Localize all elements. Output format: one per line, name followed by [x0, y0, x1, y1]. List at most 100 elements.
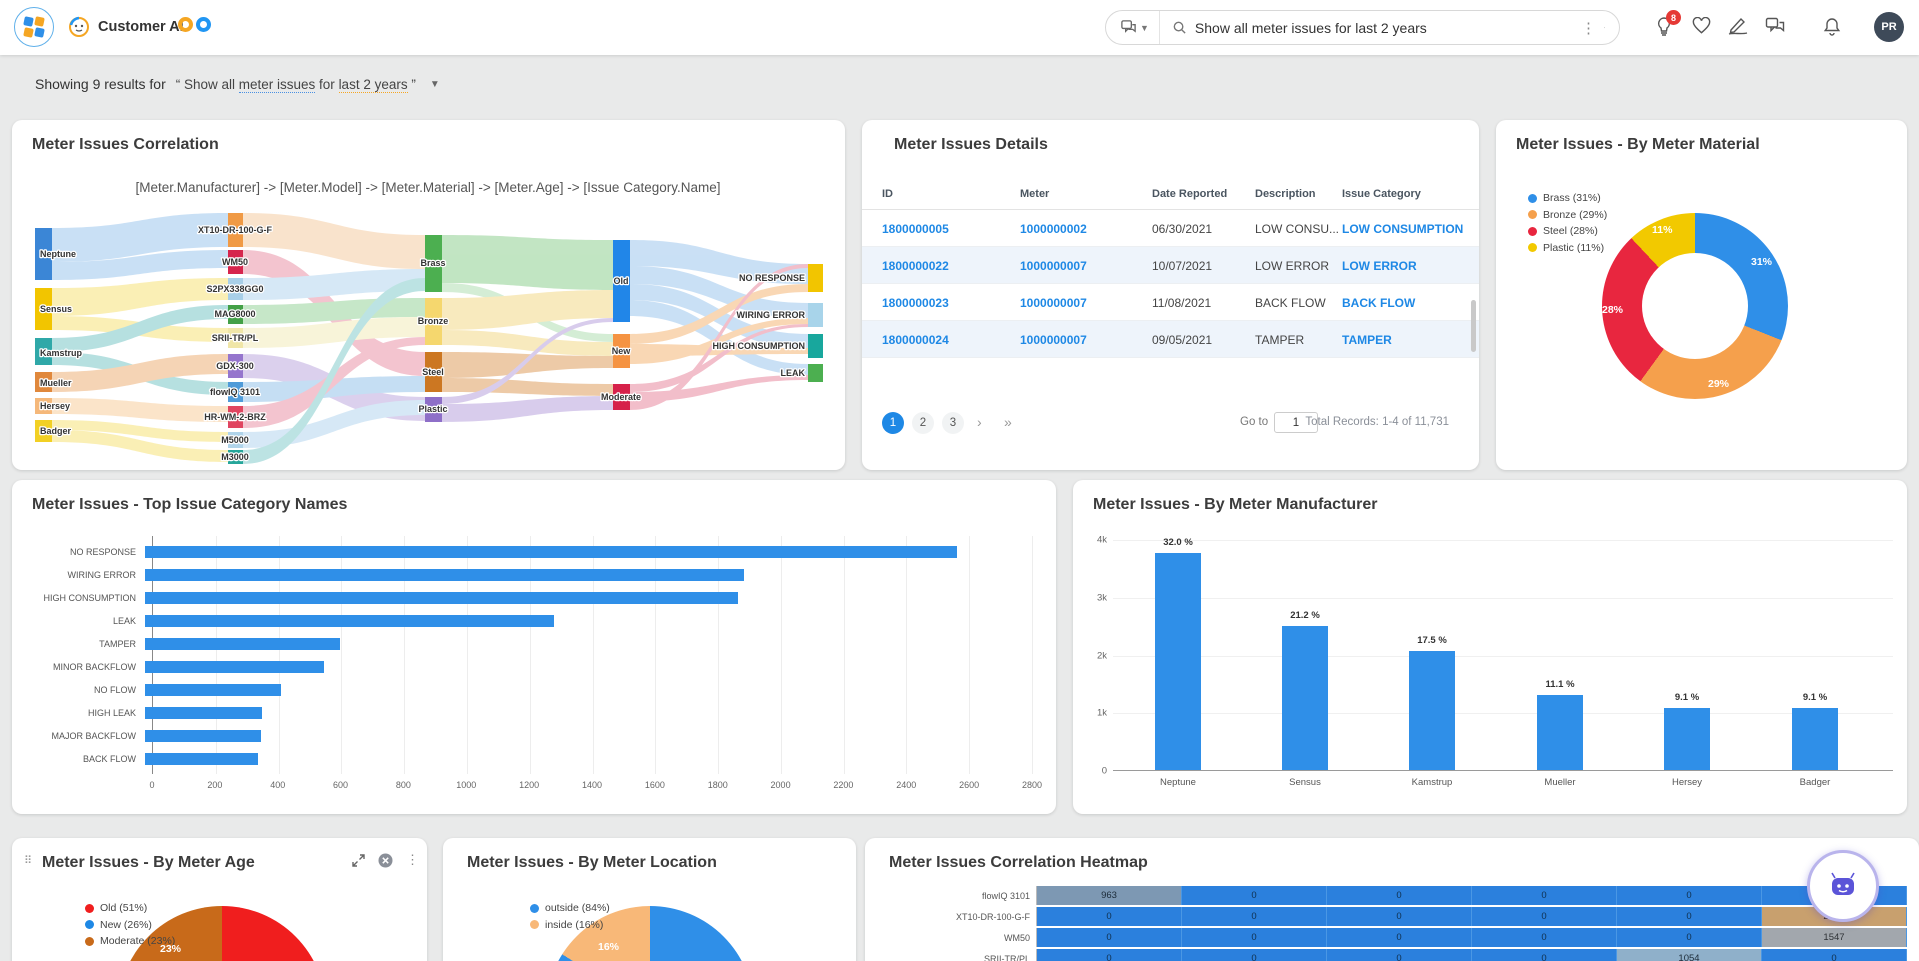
card-meter-issues-correlation: Meter Issues Correlation [Meter.Manufact… — [12, 120, 845, 470]
category-link[interactable]: TAMPER — [1342, 333, 1392, 347]
location-legend: outside (84%) inside (16%) — [530, 902, 610, 931]
category-link[interactable]: BACK FLOW — [1342, 296, 1415, 310]
heatmap-cell[interactable]: 0 — [1617, 886, 1762, 905]
hbar-label: BACK FLOW — [32, 754, 144, 764]
entity-meter-issues[interactable]: meter issues — [239, 77, 316, 93]
kebab-icon[interactable]: ⋮ — [406, 852, 419, 868]
legend-item[interactable]: Brass (31%) — [1528, 192, 1607, 204]
donut-chart[interactable] — [1602, 213, 1788, 399]
col-header-category[interactable]: Issue Category — [1342, 188, 1421, 200]
entity-timerange[interactable]: last 2 years — [339, 77, 408, 93]
x-tick: 1600 — [645, 780, 665, 790]
heatmap-cell[interactable]: 0 — [1182, 928, 1327, 947]
heatmap-cell[interactable]: 0 — [1617, 907, 1762, 926]
expand-icon[interactable] — [352, 854, 365, 867]
svg-text:SRII-TR/PL: SRII-TR/PL — [212, 333, 259, 343]
heatmap-cell[interactable]: 0 — [1182, 886, 1327, 905]
heatmap-cell[interactable]: 0 — [1327, 949, 1472, 961]
hbar-xaxis: 0200400600800100012001400160018002000220… — [152, 780, 1032, 794]
category-link[interactable]: LOW ERROR — [1342, 259, 1417, 273]
search-input[interactable] — [1187, 20, 1573, 36]
drag-handle-icon[interactable]: ⠿ — [24, 854, 31, 867]
heatmap-cell[interactable]: 0 — [1327, 886, 1472, 905]
robot-icon — [1823, 866, 1863, 906]
card-title: Meter Issues - By Meter Material — [1516, 136, 1760, 154]
heatmap-cell[interactable]: 0 — [1327, 907, 1472, 926]
annotate-button[interactable] — [1728, 17, 1748, 35]
legend-item[interactable]: Plastic (11%) — [1528, 242, 1607, 254]
alerts-button[interactable] — [1823, 17, 1841, 36]
heatmap-cell[interactable]: 0 — [1327, 928, 1472, 947]
heatmap-grid[interactable]: flowIQ 3101 963 0 0 0 0 0 XT10-DR-100-G-… — [885, 886, 1899, 961]
col-header-description[interactable]: Description — [1255, 188, 1316, 200]
table-row: 1800000024 1000000007 09/05/2021 TAMPER … — [862, 321, 1479, 358]
heatmap-cell[interactable]: 0 — [1472, 949, 1617, 961]
heatmap-cell[interactable]: 1547 — [1762, 928, 1907, 947]
page-button-3[interactable]: 3 — [942, 412, 964, 434]
heatmap-cell[interactable]: 0 — [1472, 928, 1617, 947]
hbar-label: HIGH CONSUMPTION — [32, 593, 144, 603]
legend-item[interactable]: Steel (28%) — [1528, 225, 1607, 237]
id-link[interactable]: 1800000023 — [882, 296, 949, 310]
heatmap-cell[interactable]: 0 — [1037, 949, 1182, 961]
legend-item[interactable]: outside (84%) — [530, 902, 610, 914]
hbar-chart[interactable]: NO RESPONSE WIRING ERROR HIGH CONSUMPTIO… — [32, 536, 1032, 774]
heatmap-cell[interactable]: 0 — [1472, 907, 1617, 926]
favorites-button[interactable] — [1692, 17, 1711, 35]
col-header-meter[interactable]: Meter — [1020, 188, 1049, 200]
heatmap-cell[interactable]: 0 — [1037, 928, 1182, 947]
legend-item[interactable]: inside (16%) — [530, 919, 610, 931]
next-page-icon[interactable]: › — [977, 414, 982, 430]
conversations-button[interactable] — [1765, 17, 1785, 35]
legend-item[interactable]: Bronze (29%) — [1528, 209, 1607, 221]
vbar-chart[interactable]: 32.0 % 21.2 % 17.5 % 11.1 % 9.1 % 9.1 % — [1113, 540, 1893, 771]
legend-item[interactable]: Old (51%) — [85, 902, 175, 914]
avatar[interactable]: PR — [1874, 12, 1904, 42]
ideas-button[interactable]: 8 — [1655, 17, 1673, 36]
col-header-date[interactable]: Date Reported — [1152, 188, 1227, 200]
heatmap-cell[interactable]: 0 — [1182, 907, 1327, 926]
meter-link[interactable]: 1000000007 — [1020, 259, 1087, 273]
search-bar[interactable]: ▼ ⋮ — [1105, 10, 1620, 45]
search-mode-dropdown[interactable]: ▼ — [1106, 11, 1160, 44]
sankey-subtitle: [Meter.Manufacturer] -> [Meter.Model] ->… — [136, 180, 721, 195]
meter-link[interactable]: 1000000007 — [1020, 333, 1087, 347]
svg-text:M3000: M3000 — [221, 452, 249, 462]
app-launcher-button[interactable] — [14, 7, 54, 47]
page-button-1[interactable]: 1 — [882, 412, 904, 434]
meter-link[interactable]: 1000000007 — [1020, 296, 1087, 310]
legend-item[interactable]: New (26%) — [85, 919, 175, 931]
heatmap-cell[interactable]: 0 — [1472, 886, 1617, 905]
category-link[interactable]: LOW CONSUMPTION — [1342, 222, 1463, 236]
hbar-fill — [145, 730, 261, 742]
heatmap-cell[interactable]: 0 — [1617, 928, 1762, 947]
search-options-kebab-icon[interactable]: ⋮ — [1573, 19, 1604, 37]
hbar-fill — [145, 753, 258, 765]
microphone-icon[interactable] — [1604, 19, 1619, 36]
id-link[interactable]: 1800000024 — [882, 333, 949, 347]
assistant-face-icon — [68, 16, 90, 38]
sankey-nodes-issue[interactable] — [808, 264, 823, 382]
heatmap-cell[interactable]: 963 — [1037, 886, 1182, 905]
x-tick: 2200 — [833, 780, 853, 790]
x-category: Badger — [1769, 777, 1861, 788]
page-button-2[interactable]: 2 — [912, 412, 934, 434]
assistant-chat-button[interactable] — [1807, 850, 1879, 922]
sankey-nodes-age[interactable] — [613, 240, 630, 410]
card-by-meter-manufacturer: Meter Issues - By Meter Manufacturer 4k … — [1073, 480, 1907, 814]
query-dropdown-caret[interactable]: ▼ — [430, 79, 440, 90]
meter-link[interactable]: 1000000002 — [1020, 222, 1087, 236]
heatmap-cell[interactable]: 1054 — [1617, 949, 1762, 961]
col-header-id[interactable]: ID — [882, 188, 893, 200]
sankey-chart[interactable]: [Meter.Manufacturer] -> [Meter.Model] ->… — [12, 120, 845, 470]
id-link[interactable]: 1800000022 — [882, 259, 949, 273]
scrollbar[interactable] — [1471, 300, 1476, 352]
heatmap-cell[interactable]: 0 — [1037, 907, 1182, 926]
heatmap-cell[interactable]: 0 — [1182, 949, 1327, 961]
hbar-label: WIRING ERROR — [32, 570, 144, 580]
heatmap-cell[interactable]: 0 — [1762, 949, 1907, 961]
last-page-icon[interactable]: » — [1004, 414, 1012, 430]
close-icon[interactable] — [378, 853, 393, 868]
id-link[interactable]: 1800000005 — [882, 222, 949, 236]
hbar-fill — [145, 638, 340, 650]
